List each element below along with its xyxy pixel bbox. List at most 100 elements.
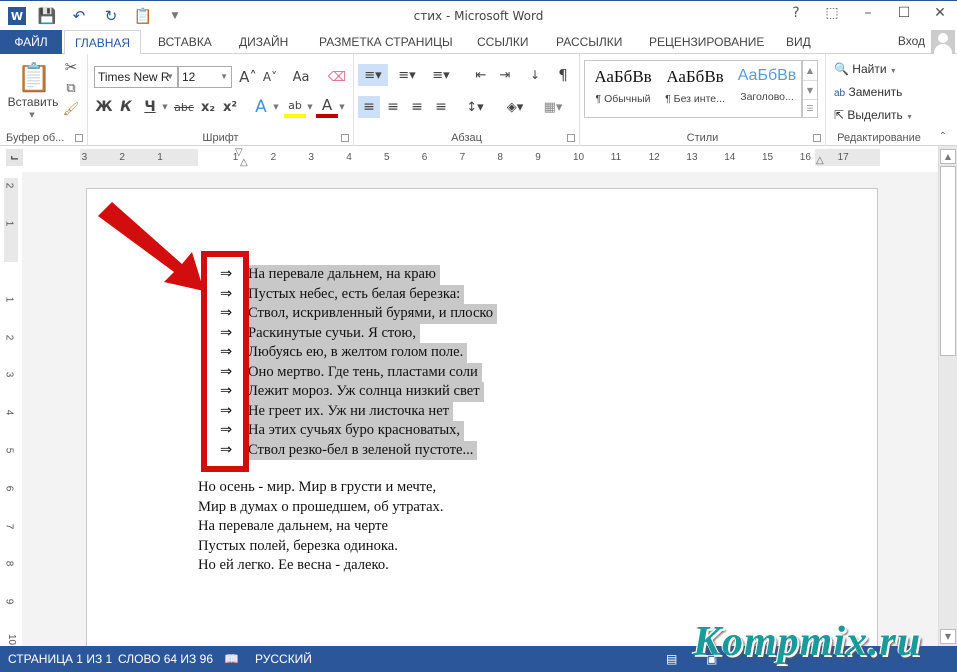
text-line[interactable]: На перевале дальнем, на черте <box>198 517 444 537</box>
horizontal-ruler[interactable]: ▽ △ △ 3 2 1 1 2 3 4 5 6 7 8 9 10 11 12 13 14 15 16 17 <box>80 147 880 168</box>
sort-button[interactable]: ↓ <box>524 64 546 86</box>
list-item-text[interactable]: Ствол резко-бел в зеленой пустоте... <box>248 440 478 460</box>
chevron-down-icon[interactable]: ▼ <box>338 96 346 118</box>
scrollbar-thumb[interactable] <box>940 166 956 356</box>
underline-button[interactable]: Ч <box>140 96 160 118</box>
scroll-up-icon[interactable]: ▲ <box>803 61 817 80</box>
word-count[interactable]: СЛОВО 64 ИЗ 96 <box>118 652 213 666</box>
list-item-text[interactable]: Раскинутые сучьи. Я стою, <box>248 323 420 343</box>
borders-button[interactable]: ▦▾ <box>536 96 570 118</box>
scroll-down-icon[interactable]: ▼ <box>940 629 956 644</box>
font-name-input[interactable]: Times New R ▼ <box>94 66 178 88</box>
style-heading[interactable]: АаБбВв Заголово... <box>731 67 803 103</box>
chevron-down-icon[interactable]: ▼ <box>220 67 228 87</box>
align-left-button[interactable]: ≡ <box>358 96 380 118</box>
font-size-input[interactable]: 12 ▼ <box>178 66 232 88</box>
clipboard-launcher-icon[interactable] <box>75 134 83 142</box>
right-indent-marker[interactable]: △ <box>816 155 824 166</box>
paste-dropdown-icon[interactable]: ▼ <box>26 110 38 120</box>
tab-mailings[interactable]: РАССЫЛКИ <box>546 30 632 54</box>
chevron-down-icon[interactable]: ▼ <box>306 96 314 118</box>
font-color-icon[interactable]: A <box>316 96 338 118</box>
decrease-indent-button[interactable]: ⇤ <box>470 64 492 86</box>
text-line[interactable]: Но осень - мир. Мир в грусти и мечте, <box>198 478 444 498</box>
increase-indent-button[interactable]: ⇥ <box>494 64 516 86</box>
highlight-icon[interactable]: ab <box>284 96 306 118</box>
italic-button[interactable]: К <box>116 96 136 118</box>
list-item-text[interactable]: Не греет их. Уж ни листочка нет <box>248 401 454 421</box>
clear-formatting-icon[interactable]: ⌫ <box>326 66 348 88</box>
chevron-down-icon[interactable]: ▼ <box>272 96 280 118</box>
styles-launcher-icon[interactable] <box>813 134 821 142</box>
select-button[interactable]: ⇱ Выделить ▼ <box>834 108 913 122</box>
list-item-text[interactable]: На перевале дальнем, на краю <box>248 265 440 285</box>
shading-button[interactable]: ◈▾ <box>498 96 532 118</box>
style-normal[interactable]: АаБбВв ¶ Обычный <box>587 67 659 105</box>
list-item-text[interactable]: На этих сучьях буро красноватых, <box>248 421 465 441</box>
login-link[interactable]: Вход <box>898 34 925 48</box>
ribbon-display-button[interactable]: ⬚ <box>821 5 843 21</box>
scroll-up-icon[interactable]: ▲ <box>940 149 956 164</box>
scroll-down-icon[interactable]: ▼ <box>803 80 817 99</box>
text-line[interactable]: Пустых полей, березка одинока. <box>198 537 444 557</box>
text-line[interactable]: Но ей легко. Ее весна - далеко. <box>198 556 444 576</box>
language[interactable]: РУССКИЙ <box>255 652 312 666</box>
tab-page-layout[interactable]: РАЗМЕТКА СТРАНИЦЫ <box>309 30 463 54</box>
read-mode-icon[interactable]: ▤ <box>666 652 677 666</box>
find-button[interactable]: 🔍 Найти ▼ <box>834 62 897 76</box>
change-case-button[interactable]: Aa <box>286 66 316 88</box>
page-count[interactable]: СТРАНИЦА 1 ИЗ 1 <box>8 652 112 666</box>
tab-design[interactable]: ДИЗАЙН <box>229 30 298 54</box>
help-button[interactable]: ? <box>785 5 807 21</box>
copy-icon[interactable]: ⧉ <box>62 79 80 97</box>
proofing-icon[interactable]: 📖 <box>224 652 239 666</box>
numbering-button[interactable]: ≡▾ <box>392 64 422 86</box>
close-button[interactable]: ✕ <box>929 5 951 21</box>
bold-button[interactable]: Ж <box>94 96 114 118</box>
bullets-button[interactable]: ≡▾ <box>358 64 388 86</box>
grow-font-button[interactable]: A˄ <box>238 66 258 88</box>
maximize-button[interactable]: ☐ <box>893 5 915 21</box>
avatar[interactable] <box>931 30 955 54</box>
text-line[interactable]: Мир в думах о прошедшем, об утратах. <box>198 498 444 518</box>
format-painter-icon[interactable]: 🖌 <box>62 100 80 118</box>
superscript-button[interactable]: x² <box>220 96 240 118</box>
tab-view[interactable]: ВИД <box>776 30 821 54</box>
text-effects-icon[interactable]: A <box>250 96 272 118</box>
tab-selector-button[interactable]: ⌙ <box>6 149 23 166</box>
style-no-spacing[interactable]: АаБбВв ¶ Без инте... <box>659 67 731 105</box>
multilevel-list-button[interactable]: ≡▾ <box>426 64 456 86</box>
align-center-button[interactable]: ≡ <box>382 96 404 118</box>
list-item-text[interactable]: Ствол, искривленный бурями, и плоско <box>248 304 498 324</box>
shrink-font-button[interactable]: A˅ <box>260 66 280 88</box>
hanging-indent-marker[interactable]: △ <box>240 157 248 168</box>
paste-button[interactable]: Вставить <box>4 94 62 110</box>
tab-home[interactable]: ГЛАВНАЯ <box>64 30 142 55</box>
paragraph-launcher-icon[interactable] <box>567 134 575 142</box>
list-item-text[interactable]: Любуясь ею, в желтом голом поле. <box>248 343 468 363</box>
minimize-button[interactable]: – <box>857 5 879 21</box>
vertical-scrollbar[interactable]: ▲ ▼ <box>938 146 957 646</box>
line-spacing-button[interactable]: ↕▾ <box>460 96 490 118</box>
cut-icon[interactable]: ✂ <box>62 58 80 76</box>
align-right-button[interactable]: ≡ <box>406 96 428 118</box>
more-styles-icon[interactable]: ☰ <box>803 99 817 117</box>
show-formatting-button[interactable]: ¶ <box>552 64 574 86</box>
tab-review[interactable]: РЕЦЕНЗИРОВАНИЕ <box>639 30 774 54</box>
justify-button[interactable]: ≡ <box>430 96 452 118</box>
list-item-text[interactable]: Оно мертво. Где тень, пластами соли <box>248 362 482 382</box>
list-item-text[interactable]: Пустых небес, есть белая березка: <box>248 284 465 304</box>
paste-icon[interactable]: 📋 <box>17 60 52 94</box>
chevron-down-icon[interactable]: ▼ <box>166 67 174 87</box>
list-item-text[interactable]: Лежит мороз. Уж солнца низкий свет <box>248 382 484 402</box>
tab-file[interactable]: ФАЙЛ <box>0 30 62 54</box>
font-launcher-icon[interactable] <box>341 134 349 142</box>
vertical-ruler[interactable]: 2 1 1 2 3 4 5 6 7 8 9 10 <box>3 178 18 645</box>
strikethrough-button[interactable]: abc <box>172 96 196 118</box>
tab-references[interactable]: ССЫЛКИ <box>467 30 538 54</box>
tab-insert[interactable]: ВСТАВКА <box>148 30 222 54</box>
collapse-ribbon-icon[interactable]: ⌃ <box>936 130 950 142</box>
styles-scrollbar[interactable]: ▲ ▼ ☰ <box>802 60 818 118</box>
subscript-button[interactable]: x₂ <box>198 96 218 118</box>
replace-button[interactable]: ab Заменить <box>834 85 902 99</box>
